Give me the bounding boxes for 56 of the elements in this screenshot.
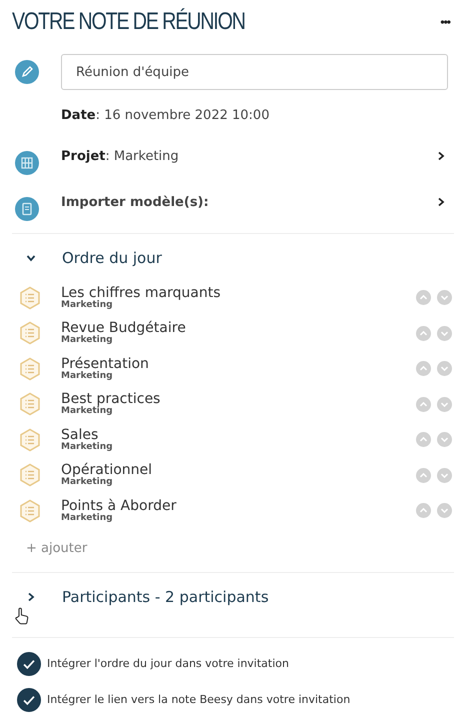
participants-section-header[interactable]: Participants - 2 participants <box>12 572 454 620</box>
list-icon <box>18 286 42 310</box>
list-icon <box>18 321 42 346</box>
agenda-item-project: Marketing <box>61 300 114 310</box>
move-up-button[interactable] <box>416 361 431 376</box>
page-title: VOTRE NOTE DE RÉUNION <box>12 8 245 36</box>
agenda-item-project: Marketing <box>61 442 114 452</box>
agenda-item-title[interactable]: Opérationnel <box>61 463 410 478</box>
import-label: Importer modèle(s): <box>61 194 210 210</box>
chevron-right-icon <box>436 151 446 161</box>
move-up-button[interactable] <box>416 468 431 483</box>
move-down-button[interactable] <box>437 432 452 448</box>
project-row[interactable]: Projet: Marketing <box>12 141 454 171</box>
agenda-item-project: Marketing <box>61 372 114 381</box>
project-label: Projet: Marketing <box>61 148 180 164</box>
agenda-item-project: Marketing <box>61 336 114 346</box>
list-icon <box>18 392 42 416</box>
move-down-button[interactable] <box>437 361 452 376</box>
pencil-icon <box>15 60 39 84</box>
list-icon <box>18 498 42 523</box>
document-icon <box>15 197 39 221</box>
agenda-item-title[interactable]: Best practices <box>61 392 410 406</box>
move-up-button[interactable] <box>416 503 431 518</box>
agenda-item-title[interactable]: Les chiffres marquants <box>61 286 410 300</box>
move-down-button[interactable] <box>437 326 452 341</box>
meeting-title-field[interactable]: Réunion d'équipe <box>61 54 448 90</box>
move-up-button[interactable] <box>416 396 431 412</box>
add-item-link[interactable]: + ajouter <box>26 540 88 556</box>
agenda-item-project: Marketing <box>61 407 114 416</box>
move-up-button[interactable] <box>416 326 431 341</box>
meeting-date: Date: 16 novembre 2022 10:00 <box>61 108 270 123</box>
move-up-button[interactable] <box>416 290 431 306</box>
option-label: Intégrer l'ordre du jour dans votre invitation <box>47 657 289 670</box>
move-up-button[interactable] <box>416 432 431 448</box>
list-icon <box>18 356 42 381</box>
import-templates-row[interactable]: Importer modèle(s): <box>12 187 454 217</box>
list-icon <box>18 463 42 488</box>
move-down-button[interactable] <box>437 503 452 518</box>
option-label: Intégrer le lien vers la note Beesy dans votre invitation <box>47 693 350 706</box>
chevron-right-icon <box>436 197 446 207</box>
move-down-button[interactable] <box>437 468 452 483</box>
list-icon <box>18 428 42 452</box>
agenda-item-title[interactable]: Présentation <box>61 356 410 371</box>
agenda-item-project: Marketing <box>61 514 114 523</box>
grid-icon <box>15 151 39 175</box>
agenda-item-title[interactable]: Revue Budgétaire <box>61 321 410 336</box>
move-down-button[interactable] <box>437 396 452 412</box>
checkbox[interactable] <box>17 688 41 712</box>
agenda-item-title[interactable]: Sales <box>61 428 410 442</box>
more-menu-button[interactable]: ••• <box>436 15 454 29</box>
move-down-button[interactable] <box>437 290 452 306</box>
hand-cursor-icon <box>14 606 30 624</box>
agenda-item-project: Marketing <box>61 478 114 488</box>
agenda-item-title[interactable]: Points à Aborder <box>61 498 410 513</box>
checkbox[interactable] <box>17 652 41 676</box>
agenda-section-header[interactable]: Ordre du jour <box>12 234 454 282</box>
